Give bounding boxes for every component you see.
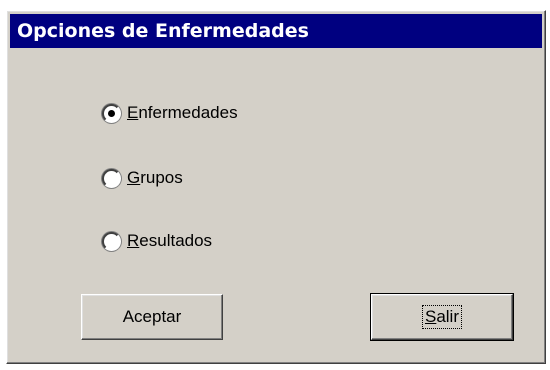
radio-label-enfermedades: Enfermedades <box>127 103 238 123</box>
accelerator-key: R <box>127 231 140 250</box>
radio-grupos[interactable]: Grupos <box>102 166 183 190</box>
radio-enfermedades[interactable]: Enfermedades <box>102 101 238 125</box>
radio-resultados[interactable]: Resultados <box>102 229 212 253</box>
radio-checked-icon[interactable] <box>102 103 121 123</box>
exit-button-label: alir <box>436 307 459 326</box>
accelerator-key: S <box>424 307 437 326</box>
exit-button[interactable]: Salir <box>370 293 514 341</box>
radio-unchecked-icon[interactable] <box>102 231 121 251</box>
radio-label-text: nfermedades <box>138 103 238 122</box>
dialog-title: Opciones de Enfermedades <box>10 14 542 48</box>
radio-unchecked-icon[interactable] <box>102 168 121 188</box>
radio-label-text: esultados <box>139 231 213 250</box>
radio-label-grupos: Grupos <box>127 168 183 188</box>
accept-button[interactable]: Aceptar <box>81 294 223 340</box>
radio-label-text: rupos <box>140 168 183 187</box>
accelerator-key: G <box>127 168 141 187</box>
accelerator-key: E <box>127 103 139 122</box>
focus-rect: Salir <box>421 305 463 329</box>
radio-label-resultados: Resultados <box>127 231 212 251</box>
options-dialog: Opciones de Enfermedades Enfermedades Gr… <box>6 10 546 364</box>
